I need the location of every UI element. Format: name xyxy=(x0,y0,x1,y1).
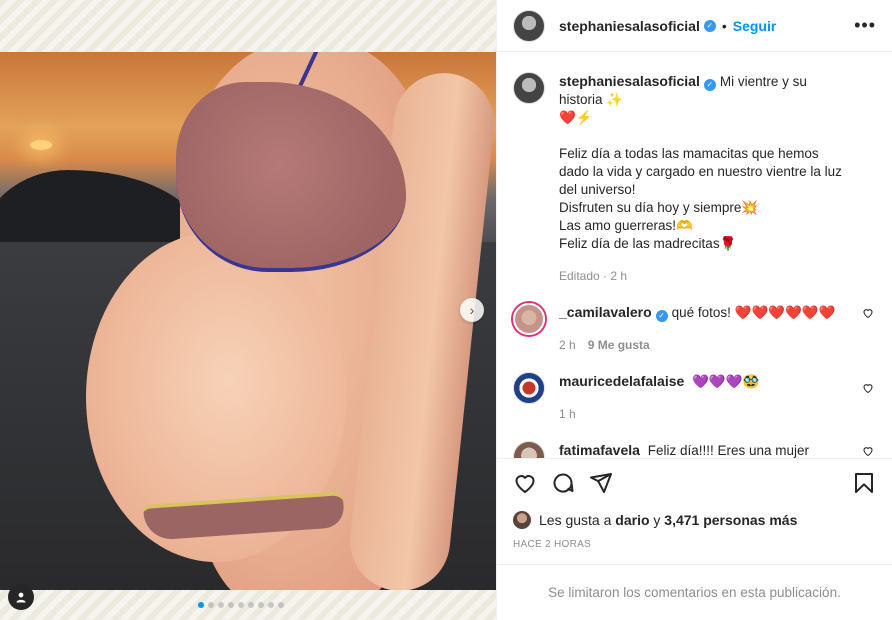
save-button[interactable] xyxy=(852,471,876,495)
likes-text: Les gusta a dario y 3,471 personas más xyxy=(539,512,797,528)
user-tag-icon xyxy=(16,592,26,603)
commenter-avatar[interactable] xyxy=(513,441,545,458)
carousel-dot xyxy=(218,602,224,608)
chevron-right-icon: › xyxy=(469,302,475,318)
action-icons xyxy=(513,471,876,495)
post-header: stephaniesalasoficial ✓ • Seguir ••• xyxy=(497,0,892,52)
heart-icon xyxy=(863,384,873,394)
more-options-button[interactable]: ••• xyxy=(854,15,876,36)
post-photo[interactable] xyxy=(0,52,496,590)
carousel-dot xyxy=(238,602,244,608)
carousel-indicator xyxy=(198,602,284,608)
comment-time[interactable]: 1 h xyxy=(559,405,576,423)
comment-text: qué fotos! ❤️❤️❤️❤️❤️❤️ xyxy=(671,305,836,320)
post-panel: stephaniesalasoficial ✓ • Seguir ••• ste… xyxy=(496,0,892,620)
comment-item: _camilavalero ✓ qué fotos! ❤️❤️❤️❤️❤️❤️ 2 … xyxy=(513,303,876,354)
commenter-username[interactable]: fatimafavela xyxy=(559,442,640,458)
next-slide-button[interactable]: › xyxy=(460,298,484,322)
caption-username[interactable]: stephaniesalasoficial xyxy=(559,73,700,89)
carousel-dot xyxy=(278,602,284,608)
verified-icon: ✓ xyxy=(703,79,716,91)
commenter-username[interactable]: mauricedelafalaise xyxy=(559,373,684,389)
user-tag-button[interactable] xyxy=(8,584,34,610)
limited-comments-notice: Se limitaron los comentarios en esta pub… xyxy=(497,564,892,620)
comment-icon xyxy=(553,473,574,493)
comment-likes[interactable]: 9 Me gusta xyxy=(588,336,650,354)
liker-avatar[interactable] xyxy=(513,511,531,529)
instagram-post: › stephaniesalasoficial ✓ • Seguir ••• s… xyxy=(0,0,892,620)
likes-connector: y xyxy=(653,512,661,528)
author-username[interactable]: stephaniesalasoficial xyxy=(559,18,700,34)
likes-summary: Les gusta a dario y 3,471 personas más xyxy=(513,511,876,529)
caption-line: stephaniesalasoficial ✓ Mi vientre y su hi… xyxy=(559,72,852,109)
carousel-dot xyxy=(248,602,254,608)
carousel-dot xyxy=(258,602,264,608)
commenter-avatar[interactable] xyxy=(513,372,545,404)
bookmark-icon xyxy=(855,473,873,493)
carousel-dot xyxy=(268,602,274,608)
post-media: › xyxy=(0,0,496,620)
post-actions: Les gusta a dario y 3,471 personas más H… xyxy=(497,458,892,550)
verified-icon: ✓ xyxy=(703,19,716,32)
commenter-username[interactable]: _camilavalero xyxy=(559,304,652,320)
comment-time[interactable]: 2 h xyxy=(559,336,576,354)
author-avatar[interactable] xyxy=(513,9,545,42)
comment-meta: 1 h xyxy=(559,405,852,423)
heart-icon xyxy=(863,309,873,319)
verified-icon: ✓ xyxy=(655,310,668,322)
carousel-dot xyxy=(198,602,204,608)
caption-edited-time: Editado · 2 h xyxy=(559,269,628,283)
comment-meta: 2 h 9 Me gusta xyxy=(559,336,852,354)
caption-paragraph: Disfruten su día hoy y siempre💥 xyxy=(559,200,759,215)
separator-dot: • xyxy=(721,17,727,34)
likes-count[interactable]: 3,471 personas más xyxy=(664,512,797,528)
likes-prefix: Les gusta a xyxy=(539,512,612,528)
heart-icon xyxy=(863,447,873,457)
comment-like-button[interactable] xyxy=(862,307,874,322)
liker-username[interactable]: dario xyxy=(615,512,649,528)
comment-body: fatimafavela Feliz día!!!! Eres una muje… xyxy=(559,441,876,458)
comments-section: stephaniesalasoficial ✓ Mi vientre y su hi… xyxy=(497,52,892,458)
post-time[interactable]: HACE 2 HORAS xyxy=(513,539,876,550)
comment-like-button[interactable] xyxy=(862,445,874,458)
comment-item: fatimafavela Feliz día!!!! Eres una muje… xyxy=(513,441,876,458)
like-button[interactable] xyxy=(513,471,537,495)
author-avatar-small[interactable] xyxy=(513,72,545,104)
caption-meta: Editado · 2 h xyxy=(559,267,852,285)
caption-emoji-line: ❤️⚡ xyxy=(559,110,593,125)
comment-button[interactable] xyxy=(551,471,575,495)
photo-sun xyxy=(30,140,52,150)
comment-body: _camilavalero ✓ qué fotos! ❤️❤️❤️❤️❤️❤️ 2 … xyxy=(559,303,876,354)
comment-like-button[interactable] xyxy=(862,382,874,397)
share-icon xyxy=(590,473,612,493)
commenter-avatar[interactable] xyxy=(513,303,545,335)
caption-paragraph: Las amo guerreras!🫶 xyxy=(559,218,693,233)
caption-body: stephaniesalasoficial ✓ Mi vientre y su hi… xyxy=(559,72,876,285)
comment-item: mauricedelafalaise 💜💜💜🥸 1 h xyxy=(513,372,876,423)
share-button[interactable] xyxy=(589,471,613,495)
carousel-dot xyxy=(228,602,234,608)
caption: stephaniesalasoficial ✓ Mi vientre y su hi… xyxy=(513,72,876,285)
heart-icon xyxy=(515,475,535,494)
caption-paragraph: Feliz día de las madrecitas🌹 xyxy=(559,236,737,251)
carousel-dot xyxy=(208,602,214,608)
comment-body: mauricedelafalaise 💜💜💜🥸 1 h xyxy=(559,372,876,423)
follow-button[interactable]: Seguir xyxy=(733,18,777,34)
caption-paragraph: Feliz día a todas las mamacitas que hemo… xyxy=(559,146,842,197)
comment-text: 💜💜💜🥸 xyxy=(692,374,760,389)
